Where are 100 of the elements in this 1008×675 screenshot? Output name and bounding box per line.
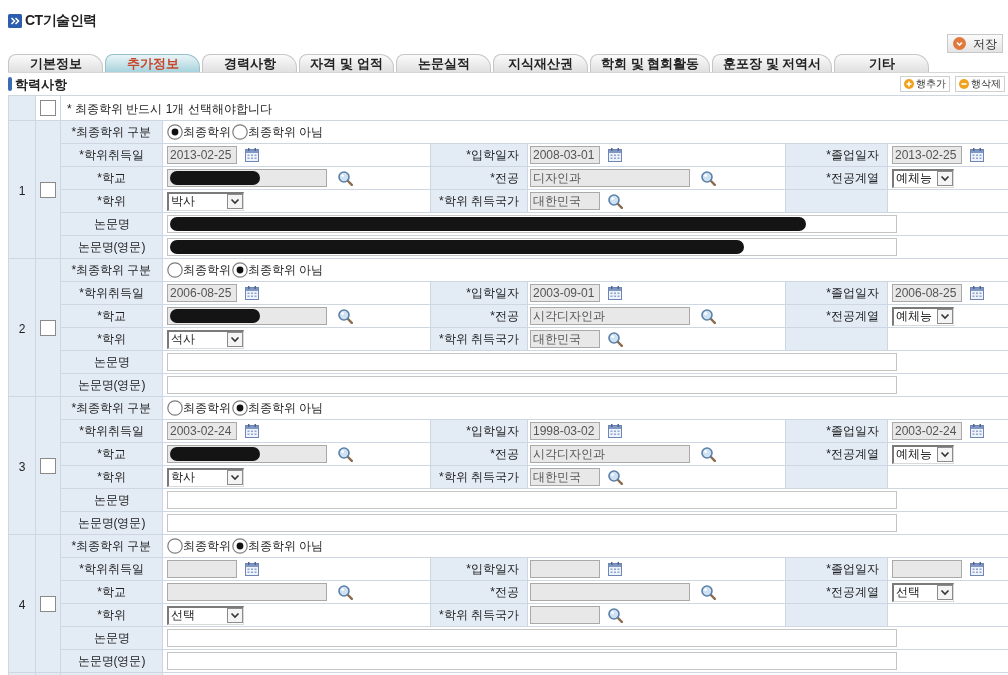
caret-icon[interactable] — [937, 309, 953, 324]
country-field[interactable]: 대한민국 — [530, 468, 600, 486]
search-icon[interactable] — [608, 193, 623, 209]
country-field[interactable]: 대한민국 — [530, 330, 600, 348]
calendar-icon[interactable] — [245, 424, 259, 438]
degree-select[interactable]: 박사 — [167, 191, 244, 211]
tab[interactable]: 기타 — [834, 54, 930, 72]
row-checkbox[interactable] — [40, 595, 56, 612]
caret-icon[interactable] — [937, 585, 953, 600]
date-field[interactable]: 1998-03-02 — [530, 422, 600, 440]
date-field[interactable]: 2006-08-25 — [167, 284, 237, 302]
date-field[interactable]: 2013-02-25 — [167, 146, 237, 164]
search-icon[interactable] — [701, 446, 716, 462]
search-icon[interactable] — [608, 469, 623, 485]
school-field[interactable] — [167, 169, 327, 187]
notice-text: * 최종학위 반드시 1개 선택해야합니다 — [67, 102, 272, 116]
thesis-title-field[interactable] — [167, 629, 897, 647]
degree-select[interactable]: 선택 — [167, 605, 244, 625]
delete-row-button[interactable]: 행삭제 — [955, 76, 1005, 92]
radio-button[interactable] — [232, 262, 248, 278]
calendar-icon[interactable] — [970, 424, 984, 438]
date-field[interactable]: 2006-08-25 — [892, 284, 962, 302]
calendar-icon[interactable] — [970, 148, 984, 162]
caret-icon[interactable] — [227, 608, 243, 623]
caret-icon[interactable] — [937, 171, 953, 186]
search-icon[interactable] — [608, 331, 623, 347]
row-checkbox[interactable] — [40, 319, 56, 336]
search-icon[interactable] — [338, 308, 353, 324]
radio-button[interactable] — [167, 400, 183, 416]
english-thesis-title-field[interactable] — [167, 376, 897, 394]
thesis-title-field[interactable] — [167, 353, 897, 371]
radio-button[interactable] — [232, 538, 248, 554]
country-field[interactable]: 대한민국 — [530, 192, 600, 210]
tab[interactable]: 자격 및 업적 — [299, 54, 394, 72]
school-field[interactable] — [167, 583, 327, 601]
radio-button[interactable] — [232, 124, 248, 140]
tab[interactable]: 기본정보 — [8, 54, 103, 72]
caret-icon[interactable] — [227, 470, 243, 485]
english-thesis-title-field[interactable] — [167, 238, 897, 256]
major-field[interactable]: 디자인과 — [530, 169, 690, 187]
major-field[interactable]: 시각디자인과 — [530, 445, 690, 463]
row-checkbox[interactable] — [40, 457, 56, 474]
search-icon[interactable] — [338, 446, 353, 462]
search-icon[interactable] — [701, 584, 716, 600]
major-category-select[interactable]: 선택 — [892, 582, 954, 602]
row-checkbox[interactable] — [40, 181, 56, 198]
degree-select[interactable]: 학사 — [167, 467, 244, 487]
english-thesis-title-field[interactable] — [167, 652, 897, 670]
tab[interactable]: 경력사항 — [202, 54, 297, 72]
tab[interactable]: 학회 및 협회활동 — [590, 54, 711, 72]
major-field[interactable] — [530, 583, 690, 601]
major-category-select[interactable]: 예체능 — [892, 444, 954, 464]
date-field[interactable] — [167, 560, 237, 578]
date-field[interactable]: 2003-09-01 — [530, 284, 600, 302]
date-field[interactable]: 2008-03-01 — [530, 146, 600, 164]
radio-button[interactable] — [232, 400, 248, 416]
search-icon[interactable] — [338, 584, 353, 600]
field-label: *학위 — [96, 608, 127, 622]
calendar-icon[interactable] — [245, 148, 259, 162]
date-field[interactable] — [892, 560, 962, 578]
radio-button[interactable] — [167, 124, 183, 140]
search-icon[interactable] — [701, 308, 716, 324]
calendar-icon[interactable] — [245, 562, 259, 576]
search-icon[interactable] — [701, 170, 716, 186]
degree-select[interactable]: 석사 — [167, 329, 244, 349]
calendar-icon[interactable] — [608, 562, 622, 576]
major-category-select[interactable]: 예체능 — [892, 168, 954, 188]
major-field[interactable]: 시각디자인과 — [530, 307, 690, 325]
calendar-icon[interactable] — [970, 562, 984, 576]
calendar-icon[interactable] — [608, 424, 622, 438]
tab[interactable]: 지식재산권 — [493, 54, 588, 72]
school-field[interactable] — [167, 445, 327, 463]
save-button[interactable]: 저장 — [947, 34, 1003, 53]
english-thesis-title-field[interactable] — [167, 514, 897, 532]
thesis-title-field[interactable] — [167, 215, 897, 233]
caret-icon[interactable] — [937, 447, 953, 462]
date-field[interactable]: 2003-02-24 — [892, 422, 962, 440]
radio-button[interactable] — [167, 262, 183, 278]
minus-icon — [959, 79, 969, 89]
calendar-icon[interactable] — [970, 286, 984, 300]
calendar-icon[interactable] — [245, 286, 259, 300]
major-category-select[interactable]: 예체능 — [892, 306, 954, 326]
tab[interactable]: 훈포장 및 저역서 — [712, 54, 833, 72]
country-field[interactable] — [530, 606, 600, 624]
calendar-icon[interactable] — [608, 286, 622, 300]
school-field[interactable] — [167, 307, 327, 325]
row-checkbox[interactable] — [40, 100, 56, 116]
caret-icon[interactable] — [227, 194, 243, 209]
tab[interactable]: 논문실적 — [396, 54, 491, 72]
thesis-title-field[interactable] — [167, 491, 897, 509]
date-field[interactable] — [530, 560, 600, 578]
tab[interactable]: 추가정보 — [105, 54, 200, 72]
calendar-icon[interactable] — [608, 148, 622, 162]
add-row-button[interactable]: 행추가 — [900, 76, 950, 92]
search-icon[interactable] — [338, 170, 353, 186]
caret-icon[interactable] — [227, 332, 243, 347]
date-field[interactable]: 2003-02-24 — [167, 422, 237, 440]
date-field[interactable]: 2013-02-25 — [892, 146, 962, 164]
radio-button[interactable] — [167, 538, 183, 554]
search-icon[interactable] — [608, 607, 623, 623]
